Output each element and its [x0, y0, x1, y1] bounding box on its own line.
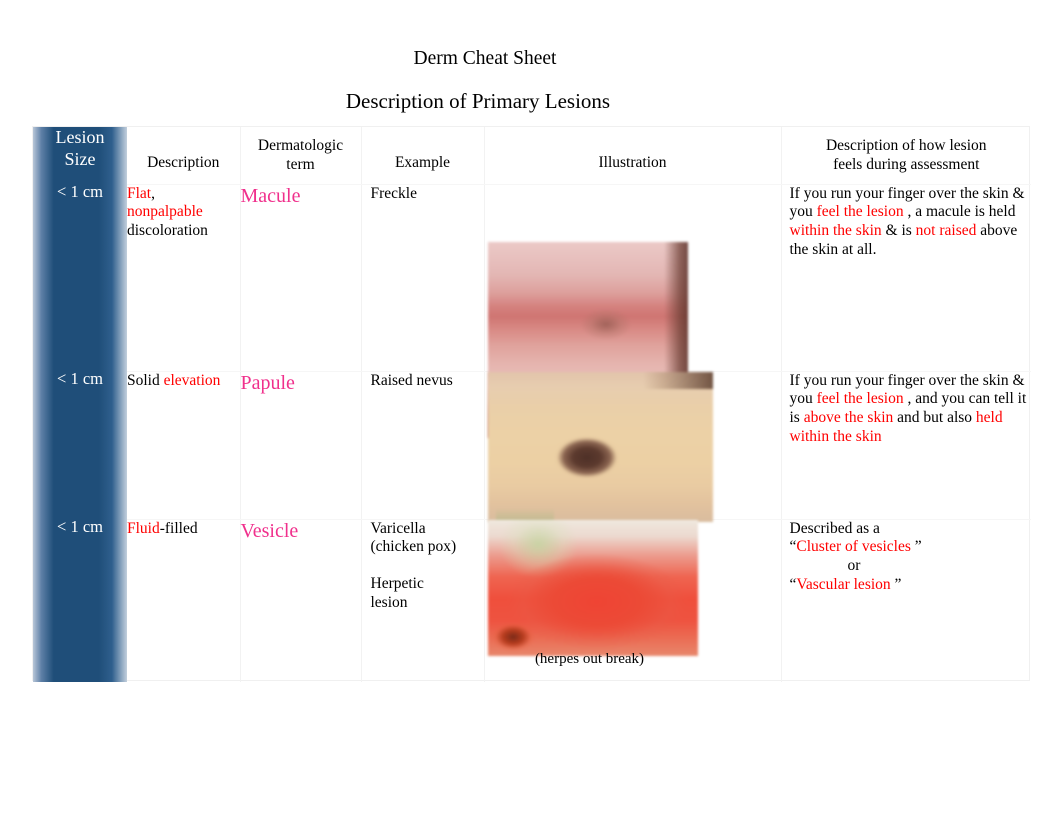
description-comma: ,	[151, 184, 155, 202]
feel-text-highlight2: above the skin	[803, 409, 894, 426]
description-discoloration: discoloration	[127, 222, 208, 239]
example-line3: Herpetic	[370, 575, 424, 592]
lesion-description: Fluid-filled	[127, 519, 241, 682]
illustration-macule-cell	[484, 184, 782, 438]
description-flat: Flat	[127, 184, 152, 202]
column-header-example: Example	[361, 127, 485, 185]
table-row: < 1 cm Fluid-filled Vesicle Varicella (c…	[33, 518, 1031, 682]
feels-description-vesicle: Described as a “Cluster of vesicles ” or…	[781, 519, 1031, 682]
table-row: < 1 cm Solid elevation Papule Raised nev…	[33, 370, 1031, 522]
column-header-feels-during-assessment: Description of how lesion feels during a…	[781, 127, 1031, 185]
feel-text-highlight2: within the skin	[789, 222, 882, 239]
feel-text-part3: & is	[885, 222, 912, 239]
feel-text-highlight2: Vascular lesion	[796, 575, 891, 593]
lesion-size-value: < 1 cm	[33, 518, 127, 682]
feels-description-macule: If you run your finger over the skin & y…	[781, 184, 1031, 372]
feel-text-part1: Described as a	[789, 519, 880, 537]
dermatologic-term-header-line2: term	[286, 156, 315, 174]
feel-text-highlight1: feel the lesion	[816, 203, 904, 221]
example-line2: (chicken pox)	[370, 538, 457, 556]
table-row: < 1 cm Flat, nonpalpable discoloration M…	[33, 183, 1031, 438]
feel-text-highlight1: feel the lesion	[816, 390, 904, 408]
dermatologic-term-papule: Papule	[240, 371, 362, 520]
lesion-size-header-line1: Lesion	[55, 127, 105, 147]
illustration-caption: (herpes out break)	[534, 650, 645, 667]
feel-text-highlight3: not raised	[915, 222, 977, 239]
lesion-size-header-line2: Size	[64, 148, 96, 169]
herpetic-vesicle-photo	[487, 519, 698, 656]
column-header-description: Description	[127, 127, 241, 185]
description-filled: -filled	[159, 519, 198, 537]
example-varicella-herpetic: Varicella (chicken pox) Herpetic lesion	[361, 519, 485, 682]
feel-header-line1: Description of how lesion	[825, 137, 987, 154]
feel-text-part3: and but also	[897, 409, 973, 426]
lesion-size-value: < 1 cm	[33, 370, 127, 519]
illustration-vesicle-cell: (herpes out break)	[484, 519, 782, 682]
page-title: Derm Cheat Sheet	[413, 48, 557, 69]
dermatologic-term-macule: Macule	[240, 184, 362, 372]
column-header-illustration: Illustration	[484, 127, 782, 185]
column-header-dermatologic-term: Dermatologic term	[240, 127, 362, 185]
feel-text-part2: , a macule is held	[907, 203, 1016, 221]
page-subtitle: Description of Primary Lesions	[345, 89, 611, 113]
feel-quote-close-1: ”	[914, 538, 922, 556]
example-spacer	[371, 557, 484, 575]
feel-text-highlight1: Cluster of vesicles	[796, 538, 911, 556]
lesion-description: Flat, nonpalpable discoloration	[127, 184, 241, 372]
feel-header-line2: feels during assessment	[833, 156, 980, 174]
example-line1: Varicella	[370, 519, 426, 537]
feel-quote-close-2: ”	[894, 575, 902, 593]
example-raised-nevus: Raised nevus	[361, 371, 485, 520]
dermatologic-term-vesicle: Vesicle	[240, 519, 362, 682]
illustration-papule-cell	[484, 371, 782, 522]
primary-lesions-table: Lesion Size Description Dermatologic ter…	[33, 127, 1031, 682]
description-fluid: Fluid	[127, 519, 160, 537]
raised-nevus-photo	[487, 371, 713, 522]
description-solid: Solid	[127, 371, 160, 389]
primary-lesions-table-container: Lesion Size Description Dermatologic ter…	[32, 126, 1031, 682]
example-freckle: Freckle	[361, 184, 485, 372]
example-line4: lesion	[370, 593, 408, 611]
feels-description-papule: If you run your finger over the skin & y…	[781, 371, 1031, 520]
description-nonpalpable: nonpalpable	[127, 203, 203, 221]
dermatologic-term-header-line1: Dermatologic	[257, 137, 344, 154]
feel-text-or: or	[847, 557, 861, 574]
column-header-lesion-size: Lesion Size	[33, 127, 127, 184]
description-elevation: elevation	[163, 371, 221, 389]
lesion-description: Solid elevation	[127, 371, 241, 520]
table-header-row: Lesion Size Description Dermatologic ter…	[33, 127, 1031, 185]
lesion-size-value: < 1 cm	[33, 183, 127, 371]
